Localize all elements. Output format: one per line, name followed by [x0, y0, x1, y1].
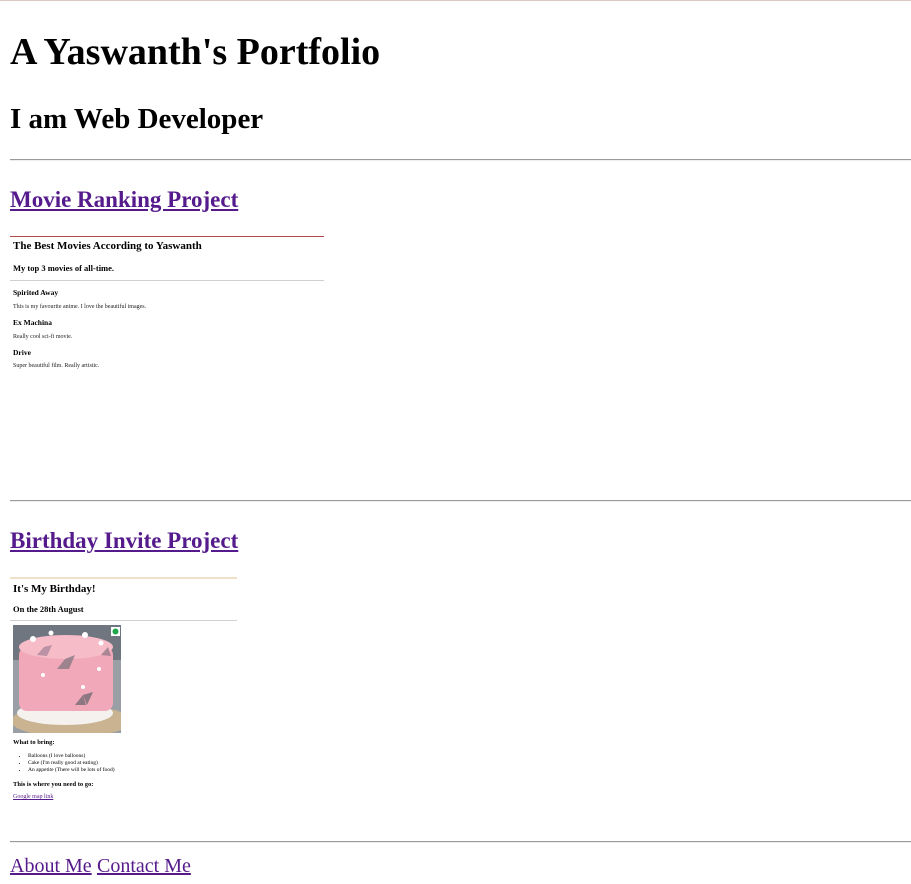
movie-name: Drive: [13, 348, 31, 357]
google-map-link[interactable]: Google map link: [13, 794, 53, 800]
list-item: An appetite (There will be lots of food): [28, 767, 115, 774]
movie-description: Super beautiful film. Really artistic.: [13, 363, 100, 369]
divider: [10, 159, 911, 161]
birthday-invite-preview-frame[interactable]: It's My Birthday! On the 28th August Wha…: [10, 577, 237, 829]
movie-preview-divider: [10, 280, 324, 281]
birthday-cake-image: [13, 625, 121, 733]
birthday-preview-divider: [10, 620, 237, 621]
page-subtitle: I am Web Developer: [10, 103, 264, 135]
page-title: A Yaswanth's Portfolio: [10, 31, 381, 73]
movie-name: Spirited Away: [13, 288, 59, 297]
top-border: [0, 0, 911, 1]
divider: [10, 500, 911, 502]
list-item: Cake (I'm really good at eating): [28, 760, 115, 767]
about-me-link[interactable]: About Me: [10, 854, 92, 878]
list-item: Balloons (I love balloons): [28, 753, 115, 760]
contact-me-link[interactable]: Contact Me: [97, 854, 191, 878]
birthday-invite-project-link[interactable]: Birthday Invite Project: [10, 527, 238, 555]
movie-description: Really cool sci-fi movie.: [13, 334, 73, 340]
movie-description: This is my favourite anime. I love the b…: [13, 304, 147, 310]
location-heading: This is where you need to go:: [13, 781, 94, 788]
birthday-preview-subtitle: On the 28th August: [13, 604, 84, 614]
movie-ranking-project-link[interactable]: Movie Ranking Project: [10, 186, 238, 214]
movie-preview-subtitle: My top 3 movies of all-time.: [13, 263, 115, 273]
divider: [10, 841, 911, 843]
movie-name: Ex Machina: [13, 318, 52, 327]
bring-heading: What to bring:: [13, 739, 55, 746]
movie-ranking-preview-frame[interactable]: The Best Movies According to Yaswanth My…: [10, 236, 324, 487]
bring-list: Balloons (I love balloons) Cake (I'm rea…: [18, 753, 115, 774]
birthday-preview-title: It's My Birthday!: [13, 583, 96, 595]
movie-preview-title: The Best Movies According to Yaswanth: [13, 240, 202, 252]
